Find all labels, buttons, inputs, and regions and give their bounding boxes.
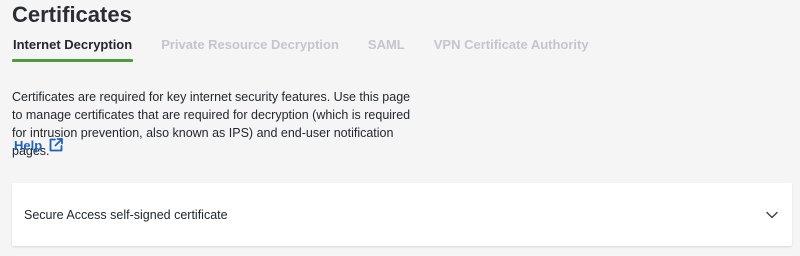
tab-vpn-certificate-authority[interactable]: VPN Certificate Authority <box>433 32 590 62</box>
certificate-accordion[interactable]: Secure Access self-signed certificate <box>12 183 792 246</box>
chevron-down-icon[interactable] <box>765 208 779 222</box>
tab-saml[interactable]: SAML <box>367 32 406 62</box>
external-link-icon <box>48 137 64 153</box>
tab-internet-decryption[interactable]: Internet Decryption <box>12 32 134 62</box>
tab-bar: Internet Decryption Private Resource Dec… <box>12 32 617 62</box>
tab-private-resource-decryption[interactable]: Private Resource Decryption <box>160 32 340 62</box>
page-description: Certificates are required for key intern… <box>12 90 411 158</box>
page-title: Certificates <box>12 2 132 27</box>
help-link-label: Help <box>14 137 43 153</box>
certificate-accordion-title: Secure Access self-signed certificate <box>24 207 228 222</box>
help-link[interactable]: Help <box>14 137 64 153</box>
